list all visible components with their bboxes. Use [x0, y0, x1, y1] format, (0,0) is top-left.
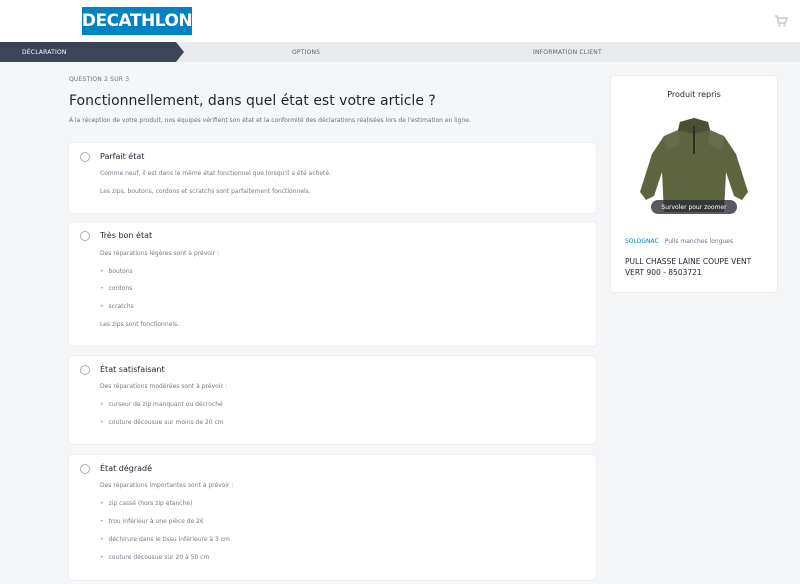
step-declaration: DÉCLARATION [0, 42, 176, 62]
list-item: zip cassé (hors zip étanche) [100, 500, 193, 507]
option-card-tres-bon-etat[interactable]: Très bon état Des réparations légères so… [69, 222, 596, 346]
radio-button[interactable] [80, 365, 90, 375]
option-outro: Les zips sont fonctionnels. [100, 321, 180, 328]
product-name: PULL CHASSE LAINE COUPE VENT VERT 900 - … [625, 257, 752, 277]
zoom-hint: Survoler pour zoomer [651, 200, 737, 214]
step-active-arrow [176, 42, 184, 62]
product-card-title: Produit repris [667, 90, 721, 99]
list-item: couture décousue sur moins de 20 cm [100, 419, 224, 426]
list-item: trou inférieur à une pièce de 2€ [100, 518, 204, 525]
radio-button[interactable] [80, 464, 90, 474]
decathlon-logo[interactable]: DECATHLON [82, 7, 193, 35]
radio-button[interactable] [80, 152, 90, 162]
option-card-parfait-etat[interactable]: Parfait état Comme neuf, il est dans le … [69, 143, 596, 213]
option-intro: Des réparations modérées sont à prévoir … [100, 383, 227, 390]
list-item: boutons [100, 268, 133, 275]
list-item: couture décousue sur 20 à 50 cm [100, 554, 210, 561]
question-subtitle: À la réception de votre produit, nos équ… [69, 117, 471, 124]
list-item: curseur de zip manquant ou décroché [100, 401, 223, 408]
option-description: Comme neuf, il est dans le même état fon… [100, 170, 331, 177]
list-item: scratchs [100, 303, 134, 310]
progress-steps: DÉCLARATION OPTIONS INFORMATION CLIENT [0, 42, 800, 62]
question-title: Fonctionnellement, dans quel état est vo… [69, 93, 436, 109]
option-title: Très bon état [100, 231, 153, 240]
product-category: Pulls manches longues [664, 238, 734, 245]
option-description: Les zips, boutons, cordons et scratchs s… [100, 188, 311, 195]
option-card-etat-satisfaisant[interactable]: État satisfaisant Des réparations modéré… [69, 356, 596, 444]
step-options: OPTIONS [292, 48, 321, 56]
radio-button[interactable] [80, 231, 90, 241]
option-title: Parfait état [100, 152, 145, 161]
top-header: DECATHLON [0, 0, 800, 42]
option-card-etat-degrade[interactable]: État dégradé Des réparations importantes… [69, 455, 596, 580]
list-item: déchirure dans le tissu inférieure à 3 c… [100, 536, 230, 543]
product-brand[interactable]: SOLOGNAC [625, 238, 659, 245]
step-information-client: INFORMATION CLIENT [533, 48, 602, 56]
product-summary-card: Produit repris Survoler pour zoomer SOLO… [611, 76, 777, 292]
option-intro: Des réparations importantes sont à prévo… [100, 482, 234, 489]
option-intro: Des réparations légères sont à prévoir : [100, 250, 220, 257]
option-title: État satisfaisant [100, 365, 165, 374]
question-counter: QUESTION 2 SUR 3 [69, 76, 130, 83]
list-item: cordons [100, 285, 133, 292]
option-title: État dégradé [100, 464, 153, 473]
product-brand-line: SOLOGNAC Pulls manches longues [625, 238, 733, 245]
shopping-cart-icon[interactable] [774, 14, 788, 28]
